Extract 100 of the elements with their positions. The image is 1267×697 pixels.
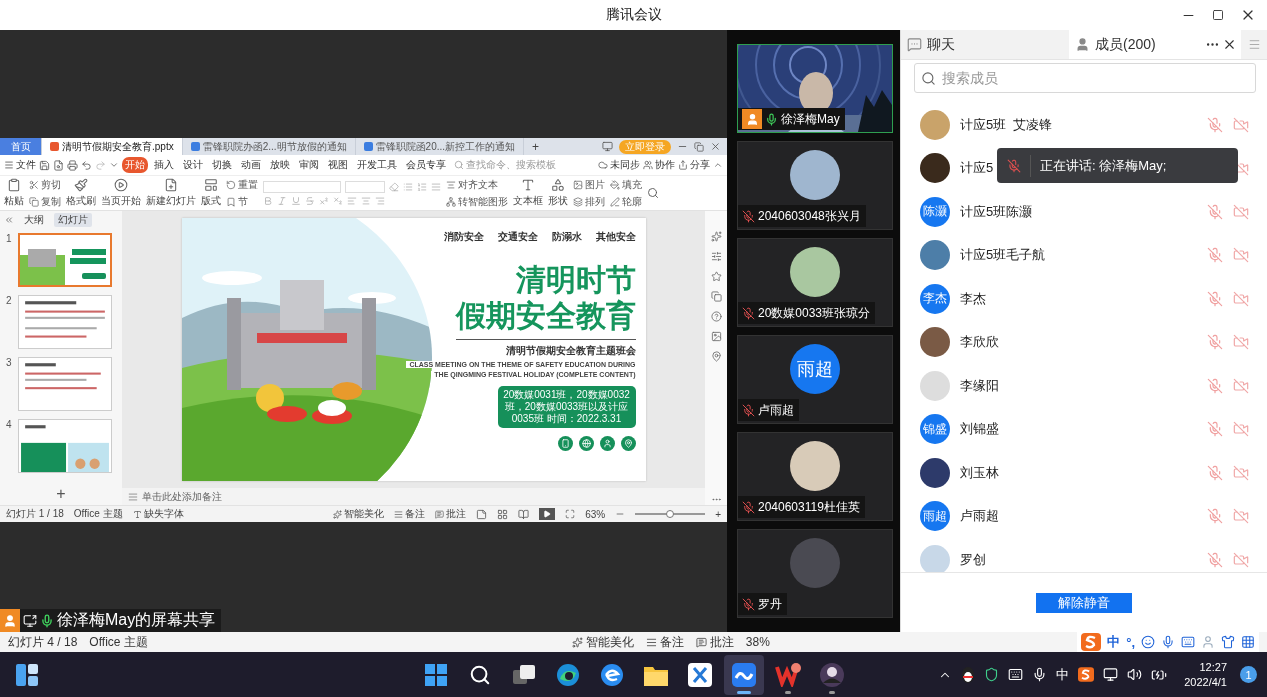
missing-font-button[interactable]: 缺失字体 xyxy=(132,507,184,521)
slide-thumbnail[interactable] xyxy=(18,419,112,473)
document-tab[interactable]: 清明节假期安全教育.pptx xyxy=(42,138,183,155)
menu-tab[interactable]: 会员专享 xyxy=(403,157,449,173)
widgets-icon[interactable] xyxy=(16,663,38,686)
punctuation-mode[interactable]: °, xyxy=(1126,634,1135,650)
comments-button[interactable]: 批注 xyxy=(435,507,467,521)
search-icon[interactable] xyxy=(647,187,659,199)
ribbon-tool[interactable]: 节 xyxy=(226,194,258,209)
normal-view-icon[interactable] xyxy=(476,508,488,520)
video-tile[interactable]: 徐泽梅May xyxy=(737,44,893,133)
panel-tab[interactable]: 成员(200) xyxy=(1069,30,1241,59)
menu-tab[interactable]: 动画 xyxy=(238,157,264,173)
video-tile[interactable]: 2040603119杜佳英 xyxy=(737,432,893,521)
add-slide-button[interactable]: + xyxy=(0,485,122,505)
panel-tab[interactable]: 大纲 xyxy=(20,213,48,227)
font-field[interactable] xyxy=(263,180,341,193)
collapse-icon[interactable] xyxy=(713,160,723,170)
comments-button[interactable]: 批注 xyxy=(695,633,734,651)
maximize-icon[interactable] xyxy=(1212,9,1224,21)
toolbar-action[interactable]: 未同步 xyxy=(598,158,640,172)
new-tab-button[interactable]: + xyxy=(524,138,548,155)
microphone-icon[interactable] xyxy=(1032,667,1048,682)
input-method-logo[interactable] xyxy=(1078,667,1095,682)
ribbon-tool[interactable]: 重置 xyxy=(226,177,258,192)
location-icon[interactable] xyxy=(710,351,722,362)
ribbon-tool[interactable]: 新建幻灯片 xyxy=(146,178,196,208)
ribbon-tool[interactable]: 图片 xyxy=(573,177,605,192)
beautify-button[interactable]: 智能美化 xyxy=(571,633,634,651)
undo-icon[interactable] xyxy=(81,159,92,171)
input-mode[interactable]: 中 xyxy=(1107,633,1121,651)
ribbon-tool[interactable]: 对齐文本 xyxy=(446,177,508,192)
zoom-in-button[interactable]: + xyxy=(715,508,721,520)
slide-thumbnail[interactable] xyxy=(18,357,112,411)
grid-view-icon[interactable] xyxy=(497,508,509,520)
ribbon-tool[interactable]: 转智能图形 xyxy=(446,194,508,209)
ribbon-tool[interactable]: 复制 xyxy=(29,194,61,209)
file-menu[interactable]: 文件 xyxy=(4,158,36,172)
fit-icon[interactable] xyxy=(565,509,576,519)
network-icon[interactable] xyxy=(1103,667,1119,682)
ribbon-tool[interactable]: 填充 xyxy=(610,177,642,192)
menu-tab[interactable]: 设计 xyxy=(180,157,206,173)
ribbon-tool[interactable]: 形状 xyxy=(548,178,568,208)
image-icon[interactable] xyxy=(710,331,722,342)
taskbar-app[interactable] xyxy=(724,654,764,695)
caret-icon[interactable] xyxy=(109,160,119,170)
menu-tab[interactable]: 放映 xyxy=(267,157,293,173)
shield-icon[interactable] xyxy=(984,667,1000,682)
slider-thumb[interactable] xyxy=(666,510,675,518)
ribbon-tool[interactable]: 轮廓 xyxy=(610,194,642,209)
search-field[interactable]: 搜索成员 xyxy=(914,63,1256,93)
ribbon-tool[interactable]: 当页开始 xyxy=(101,178,141,208)
notes-button[interactable]: 备注 xyxy=(394,507,426,521)
penguin-icon[interactable] xyxy=(961,666,976,683)
sliders-icon[interactable] xyxy=(710,251,722,262)
font-size-field[interactable] xyxy=(345,180,385,193)
panel-tab[interactable]: 幻灯片 xyxy=(54,213,92,227)
help-icon[interactable] xyxy=(710,311,722,322)
ribbon-tool[interactable]: 剪切 xyxy=(29,177,61,192)
beautify-button[interactable]: 智能美化 xyxy=(333,507,385,521)
ribbon-tool[interactable]: 版式 xyxy=(201,178,221,208)
clock[interactable]: 12:27 2022/4/1 xyxy=(1184,659,1227,690)
menu-tab[interactable]: 视图 xyxy=(325,157,351,173)
ribbon-tool[interactable]: 文本框 xyxy=(513,178,543,208)
notes-button[interactable]: 备注 xyxy=(645,633,684,651)
toolbar-action[interactable]: 协作 xyxy=(643,158,675,172)
ribbon-tool[interactable]: 排列 xyxy=(573,194,605,209)
search-input[interactable]: 搜索成员 xyxy=(940,69,1249,87)
shirt-icon[interactable] xyxy=(1221,635,1235,649)
menu-tab[interactable]: 切换 xyxy=(209,157,235,173)
toolbar-action[interactable]: 分享 xyxy=(678,158,710,172)
video-tile[interactable]: 雨超 卢雨超 xyxy=(737,335,893,424)
copy-icon[interactable] xyxy=(710,291,722,302)
menu-tab[interactable]: 审阅 xyxy=(296,157,322,173)
save-icon[interactable] xyxy=(39,159,50,171)
volume-icon[interactable] xyxy=(1127,667,1143,682)
ribbon-tool[interactable]: 格式刷 xyxy=(66,178,96,208)
close-icon[interactable] xyxy=(1222,37,1237,52)
input-language[interactable]: 中 xyxy=(1056,665,1070,684)
print-icon[interactable] xyxy=(67,159,78,171)
notes-field[interactable]: 单击此处添加备注 xyxy=(142,489,222,504)
menu-tab[interactable]: 插入 xyxy=(151,157,177,173)
ribbon-tool[interactable]: 粘贴 xyxy=(4,178,24,208)
reading-view-icon[interactable] xyxy=(518,508,530,520)
grid-icon[interactable] xyxy=(1241,635,1255,649)
video-tile[interactable]: 20数媒0033班张琼分 xyxy=(737,238,893,327)
unmute-button[interactable]: 解除静音 xyxy=(1036,592,1132,613)
video-tile[interactable]: 罗丹 xyxy=(737,529,893,618)
menu-tab[interactable]: 开始 xyxy=(122,157,148,173)
export-icon[interactable] xyxy=(53,159,64,171)
document-tab[interactable]: 首页 xyxy=(0,138,42,155)
sparkle-icon[interactable] xyxy=(710,231,722,242)
zoom-level[interactable]: 38% xyxy=(745,635,770,649)
slide-thumbnail[interactable] xyxy=(18,295,112,349)
slide-thumbnail[interactable] xyxy=(18,233,112,287)
star-icon[interactable] xyxy=(710,271,722,282)
restore-icon[interactable] xyxy=(694,141,704,152)
menu-tab[interactable]: 开发工具 xyxy=(354,157,400,173)
zoom-level[interactable]: 63% xyxy=(585,508,606,520)
emoji-icon[interactable] xyxy=(1141,635,1155,649)
